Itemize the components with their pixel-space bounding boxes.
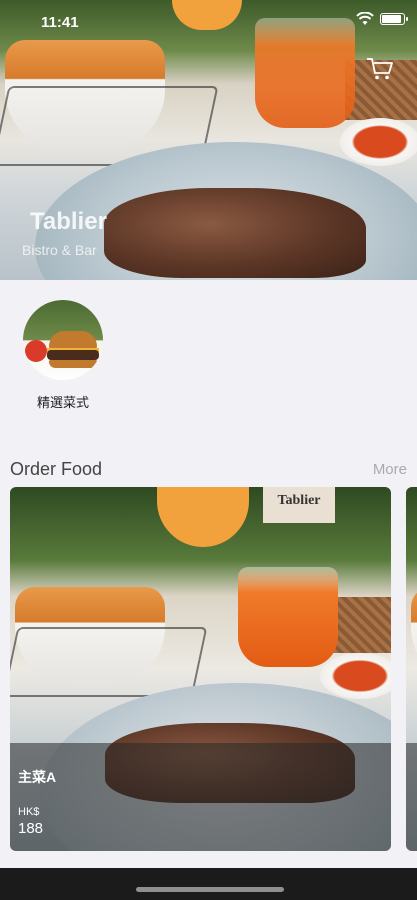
brand-subtitle: Bistro & Bar (22, 242, 97, 258)
card-sauce-dish (320, 653, 391, 699)
hero-carrot-glass (255, 18, 355, 128)
category-label: 精選菜式 (36, 395, 89, 410)
card-tray (10, 627, 208, 697)
item-name: 主菜A (18, 769, 57, 785)
bun-bottom-shape (49, 360, 97, 368)
food-card[interactable]: Tablier 主菜A HK$ 188 (10, 487, 391, 851)
card-juice-glass (157, 487, 249, 547)
hero-juice-glass (172, 0, 242, 30)
card-carrot-glass (238, 567, 338, 667)
burger-image (23, 300, 103, 380)
status-icons (356, 12, 408, 26)
home-indicator[interactable] (136, 887, 284, 892)
hero-steak (104, 188, 366, 278)
screen: Tablier Bistro & Bar 11:41 精選菜式 Order Fo… (0, 0, 417, 900)
food-card-next[interactable] (406, 487, 417, 851)
card-bowl (411, 587, 417, 687)
hero-banner: Tablier Bistro & Bar 11:41 (0, 0, 417, 280)
more-link[interactable]: More (373, 461, 407, 478)
card-info-overlay (10, 743, 391, 851)
item-currency: HK$ (18, 806, 40, 818)
tomato-shape (25, 340, 47, 362)
status-time: 11:41 (41, 14, 79, 31)
cart-icon[interactable] (366, 57, 394, 81)
bun-top-shape (49, 331, 97, 349)
wifi-icon (356, 12, 374, 25)
section-title: Order Food (10, 459, 103, 479)
category-featured[interactable]: 精選菜式 (22, 300, 104, 411)
tablier-sign: Tablier (263, 487, 335, 523)
brand-title: Tablier (30, 208, 107, 235)
hero-sauce-dish (340, 118, 417, 166)
card-info-overlay (406, 743, 417, 851)
patty-shape (47, 350, 99, 360)
bottom-bar (0, 868, 417, 900)
battery-icon (380, 13, 408, 25)
item-price: 188 (18, 820, 44, 837)
